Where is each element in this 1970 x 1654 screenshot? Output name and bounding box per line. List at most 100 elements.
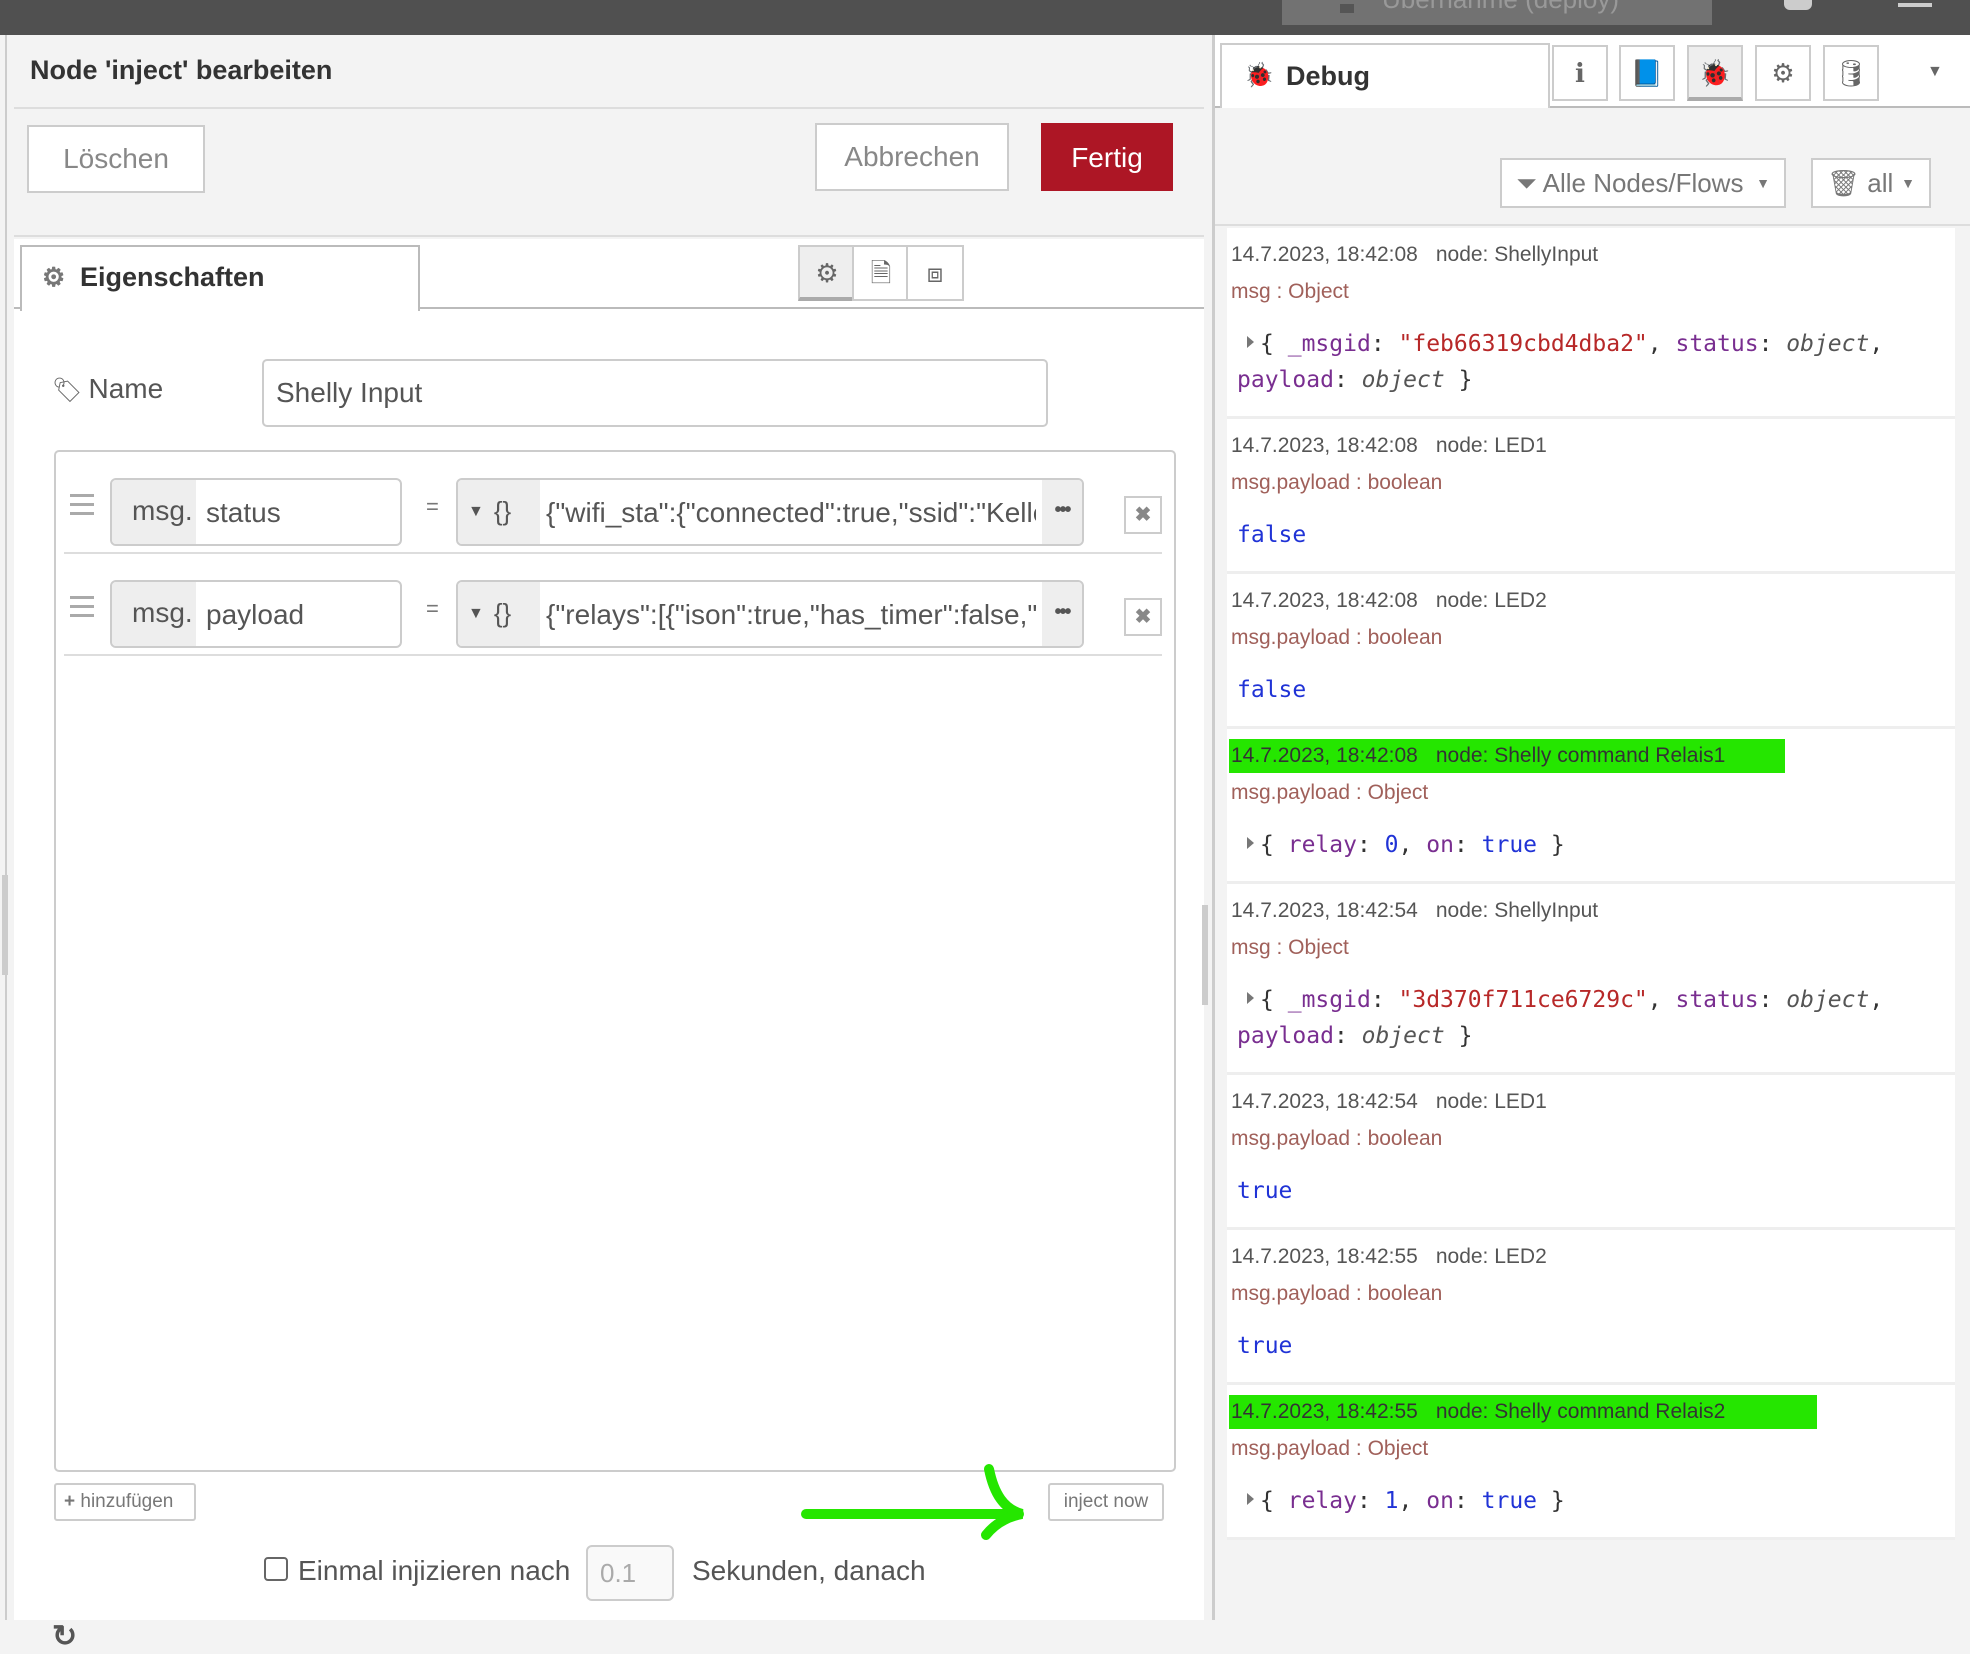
tab-settings[interactable]: ⚙ — [798, 245, 856, 301]
expand-caret-icon[interactable] — [1247, 1493, 1254, 1505]
add-property-button[interactable]: + hinzufügen — [54, 1483, 196, 1521]
tab-debug[interactable]: 🐞 Debug — [1220, 43, 1550, 109]
trash-icon: 🗑 — [1827, 168, 1861, 198]
property-key: payload — [206, 599, 305, 630]
message-node[interactable]: node: Shelly command Relais1 — [1436, 744, 1726, 767]
expand-caret-icon[interactable] — [1247, 336, 1254, 348]
tab-info[interactable]: i — [1552, 45, 1608, 101]
message-time: 14.7.2023, 18:42:08 — [1231, 589, 1418, 612]
property-value: {"relays":[{"ison":true,"has_timer":fals… — [546, 599, 1036, 630]
delete-button[interactable]: Löschen — [27, 125, 205, 193]
message-time: 14.7.2023, 18:42:55 — [1231, 1400, 1418, 1423]
message-node[interactable]: node: Shelly command Relais2 — [1436, 1400, 1726, 1423]
message-node[interactable]: node: LED1 — [1436, 434, 1547, 457]
caret-down-icon: ▼ — [468, 605, 484, 622]
type-select[interactable]: ▼ {} — [458, 582, 540, 646]
tab-help[interactable]: 📘 — [1619, 45, 1675, 101]
repeat-icon: ↻ — [52, 1620, 78, 1653]
message-type: msg.payload : Object — [1231, 781, 1429, 804]
gear-icon: ⚙ — [1771, 58, 1795, 88]
debug-message[interactable]: 14.7.2023, 18:42:54 node: ShellyInput msg… — [1227, 884, 1955, 1075]
editor-scrollbar[interactable] — [1202, 905, 1208, 1005]
inject-delay-input[interactable]: 0.1 — [586, 1545, 674, 1601]
property-key-field[interactable]: msg. status — [110, 478, 402, 546]
debug-message[interactable]: 14.7.2023, 18:42:08 node: ShellyInput msg… — [1227, 228, 1955, 419]
tab-debug-label: Debug — [1286, 61, 1370, 91]
message-object[interactable]: { _msgid: "feb66319cbd4dba2", status: ob… — [1229, 310, 1955, 416]
expand-caret-icon[interactable] — [1247, 992, 1254, 1004]
tab-config[interactable]: ⚙ — [1755, 45, 1811, 101]
tray-resize-handle[interactable] — [2, 875, 8, 975]
remove-property-button[interactable]: ✖ — [1124, 496, 1162, 534]
sidebar-more-dropdown-icon[interactable]: ▼ — [1927, 63, 1943, 81]
editor-body: ⚙ Eigenschaften ⚙ 🗎 ⧈ 🏷 Name Shelly Input… — [14, 239, 1204, 1653]
json-type-icon: {} — [493, 496, 512, 526]
debug-message[interactable]: 14.7.2023, 18:42:55 node: Shelly command … — [1227, 1385, 1955, 1540]
bug-icon: 🐞 — [1244, 62, 1274, 89]
drag-handle-icon[interactable] — [70, 494, 96, 521]
debug-message[interactable]: 14.7.2023, 18:42:08 node: LED2 msg.payloa… — [1227, 574, 1955, 729]
message-object[interactable]: { _msgid: "3d370f711ce6729c", status: ob… — [1229, 966, 1955, 1072]
property-key: status — [206, 497, 281, 528]
expand-editor-button[interactable]: ••• — [1042, 582, 1082, 646]
editor-title: Node 'inject' bearbeiten — [14, 35, 1204, 109]
debug-message[interactable]: 14.7.2023, 18:42:55 node: LED2 msg.payloa… — [1227, 1230, 1955, 1385]
user-icon[interactable] — [1784, 0, 1812, 10]
gear-icon: ⚙ — [815, 258, 839, 288]
caret-down-icon: ▼ — [1756, 175, 1770, 191]
debug-message[interactable]: 14.7.2023, 18:42:54 node: LED1 msg.payloa… — [1227, 1075, 1955, 1230]
message-meta: 14.7.2023, 18:42:54 node: ShellyInput — [1229, 894, 1598, 928]
main-menu-icon[interactable] — [1898, 3, 1932, 7]
add-label: hinzufügen — [80, 1491, 174, 1512]
clear-messages-dropdown[interactable]: 🗑 all ▼ — [1811, 158, 1931, 208]
drag-handle-icon[interactable] — [70, 596, 96, 623]
expand-caret-icon[interactable] — [1247, 837, 1254, 849]
message-node[interactable]: node: LED2 — [1436, 1245, 1547, 1268]
tab-appearance[interactable]: ⧈ — [906, 245, 964, 301]
filter-nodes-dropdown[interactable]: ⏷ Alle Nodes/Flows ▼ — [1500, 158, 1786, 208]
tab-properties-label: Eigenschaften — [80, 262, 265, 292]
property-prefix: msg. — [112, 582, 196, 646]
gear-icon: ⚙ — [42, 262, 66, 292]
message-type: msg.payload : boolean — [1231, 1127, 1443, 1150]
equals-sign: = — [426, 494, 439, 519]
property-value-field[interactable]: ▼ {} {"relays":[{"ison":true,"has_timer":… — [456, 580, 1084, 648]
message-object[interactable]: { relay: 0, on: true } — [1229, 811, 1955, 881]
tray-left-edge — [0, 35, 7, 1620]
property-row: msg. status = ▼ {} {"wifi_sta":{"connecte… — [64, 452, 1162, 554]
filter-icon: ⏷ — [1516, 168, 1537, 198]
expand-editor-button[interactable]: ••• — [1042, 480, 1082, 544]
debug-message[interactable]: 14.7.2023, 18:42:08 node: LED1 msg.payloa… — [1227, 419, 1955, 574]
plus-icon: + — [64, 1491, 76, 1512]
remove-property-button[interactable]: ✖ — [1124, 598, 1162, 636]
document-icon: 🗎 — [870, 258, 892, 288]
message-type: msg : Object — [1231, 280, 1349, 303]
tab-description[interactable]: 🗎 — [852, 245, 910, 301]
deploy-button[interactable]: Übernahme (deploy) — [1282, 0, 1712, 25]
message-meta: 14.7.2023, 18:42:08 node: LED2 — [1229, 584, 1547, 618]
done-button[interactable]: Fertig — [1041, 123, 1173, 191]
message-object[interactable]: { relay: 1, on: true } — [1229, 1467, 1955, 1537]
inject-once-checkbox[interactable] — [264, 1557, 288, 1581]
top-header: Übernahme (deploy) — [0, 0, 1970, 35]
message-node[interactable]: node: LED2 — [1436, 589, 1547, 612]
properties-list: msg. status = ▼ {} {"wifi_sta":{"connecte… — [54, 450, 1176, 1472]
cancel-button[interactable]: Abbrechen — [815, 123, 1009, 191]
message-node[interactable]: node: ShellyInput — [1436, 243, 1598, 266]
debug-message[interactable]: 14.7.2023, 18:42:08 node: Shelly command … — [1227, 729, 1955, 884]
bug-icon: 🐞 — [1698, 58, 1732, 88]
message-time: 14.7.2023, 18:42:55 — [1231, 1245, 1418, 1268]
property-value-field[interactable]: ▼ {} {"wifi_sta":{"connected":true,"ssid"… — [456, 478, 1084, 546]
tab-context[interactable]: 🛢 — [1823, 45, 1879, 101]
type-select[interactable]: ▼ {} — [458, 480, 540, 544]
inject-now-button[interactable]: inject now — [1048, 1483, 1164, 1521]
message-node[interactable]: node: LED1 — [1436, 1090, 1547, 1113]
property-key-field[interactable]: msg. payload — [110, 580, 402, 648]
tab-properties[interactable]: ⚙ Eigenschaften — [20, 245, 420, 311]
inject-once-label: Einmal injizieren nach — [298, 1555, 571, 1586]
caret-down-icon: ▼ — [468, 503, 484, 520]
name-input[interactable]: Shelly Input — [262, 359, 1048, 427]
tab-debug-icon[interactable]: 🐞 — [1687, 45, 1743, 101]
debug-message-list: 14.7.2023, 18:42:08 node: ShellyInput msg… — [1227, 228, 1955, 1540]
message-node[interactable]: node: ShellyInput — [1436, 899, 1598, 922]
